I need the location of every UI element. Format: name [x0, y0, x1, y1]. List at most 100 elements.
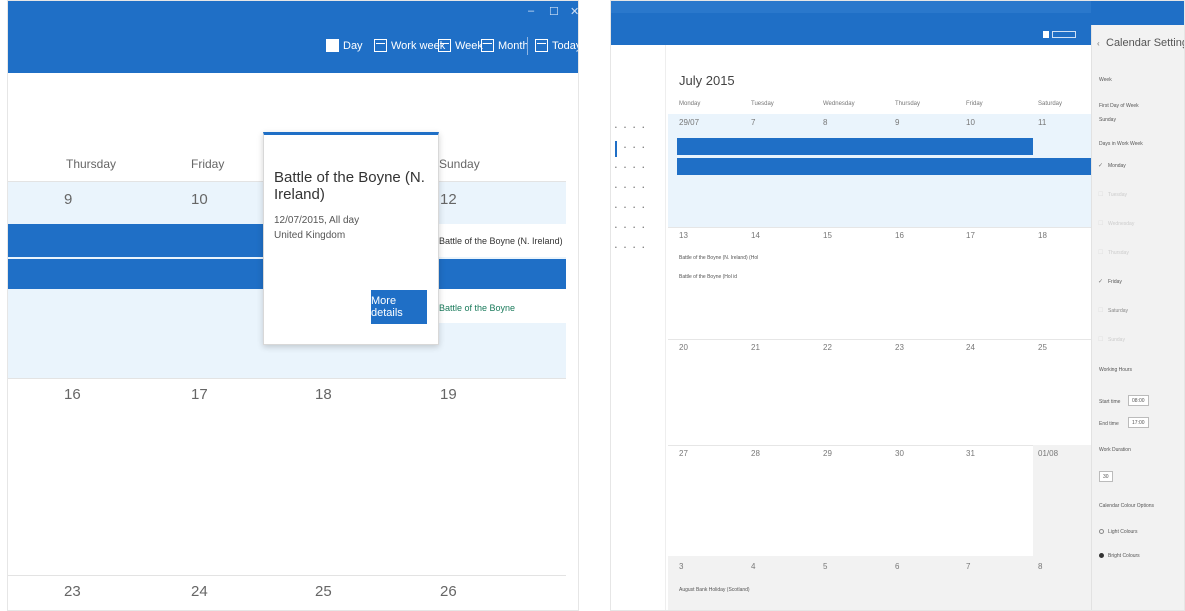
- view-workweek-button[interactable]: Work week: [374, 39, 445, 52]
- date-cell[interactable]: 11: [1038, 118, 1046, 127]
- event-popup: Battle of the Boyne (N. Ireland) 12/07/2…: [263, 132, 439, 345]
- back-icon[interactable]: ‹: [1097, 39, 1100, 48]
- radio-bright-colours[interactable]: [1099, 553, 1104, 558]
- day-check-thursday[interactable]: ☐: [1098, 249, 1103, 256]
- date-cell[interactable]: 18: [315, 386, 332, 403]
- date-cell[interactable]: 21: [751, 343, 760, 352]
- date-cell[interactable]: 3: [679, 562, 683, 571]
- workweek-view-icon[interactable]: [1052, 31, 1076, 38]
- calendar-window-month: • • • • • • • • • • • • • • • • • • • • …: [610, 0, 1185, 611]
- day-check-monday[interactable]: ✓: [1098, 162, 1103, 169]
- date-cell[interactable]: 9: [64, 191, 72, 208]
- date-cell[interactable]: 16: [64, 386, 81, 403]
- event-title[interactable]: Battle of the Boyne (Hol id: [679, 274, 737, 280]
- date-cell[interactable]: 15: [823, 231, 832, 240]
- view-day-label: Day: [343, 39, 363, 52]
- event-title[interactable]: Battle of the Boyne (N. Ireland) (Hol: [679, 255, 758, 261]
- work-duration-select[interactable]: 30: [1099, 471, 1113, 482]
- date-cell[interactable]: 4: [751, 562, 755, 571]
- date-cell[interactable]: 18: [1038, 231, 1047, 240]
- day-header: Monday: [679, 101, 701, 107]
- day-check-friday[interactable]: ✓: [1098, 278, 1103, 285]
- date-cell[interactable]: 13: [679, 231, 688, 240]
- date-cell[interactable]: 19: [440, 386, 457, 403]
- close-button[interactable]: ✕: [570, 5, 578, 18]
- mini-calendar-row: • • • •: [615, 225, 648, 231]
- day-label-sunday: Sunday: [1108, 337, 1125, 343]
- mini-calendar-row: • • • •: [615, 125, 648, 131]
- out-of-month-cell: [1033, 445, 1091, 556]
- today-button[interactable]: Today: [535, 39, 578, 52]
- date-cell[interactable]: 7: [751, 118, 755, 127]
- work-duration-label: Work Duration: [1099, 447, 1131, 453]
- date-cell[interactable]: 8: [1038, 562, 1042, 571]
- day-view-icon[interactable]: [1043, 31, 1049, 38]
- minimize-button[interactable]: –: [528, 5, 534, 17]
- date-cell[interactable]: 23: [895, 343, 904, 352]
- day-label-saturday: Saturday: [1108, 308, 1129, 314]
- date-cell[interactable]: 27: [679, 449, 688, 458]
- date-cell[interactable]: 7: [966, 562, 970, 571]
- date-cell[interactable]: 10: [191, 191, 208, 208]
- date-cell[interactable]: 24: [966, 343, 975, 352]
- end-time-label: End time: [1099, 421, 1119, 427]
- date-cell[interactable]: 31: [966, 449, 975, 458]
- day-label-friday: Friday: [1108, 279, 1122, 285]
- date-cell[interactable]: 6: [895, 562, 899, 571]
- date-cell[interactable]: 17: [191, 386, 208, 403]
- date-cell[interactable]: 28: [751, 449, 760, 458]
- view-day-button[interactable]: Day: [326, 39, 363, 52]
- date-cell[interactable]: 23: [64, 583, 81, 600]
- radio-light-colours[interactable]: [1099, 529, 1104, 534]
- day-label-monday: Monday: [1108, 163, 1126, 169]
- days-in-week-label: Days in Work Week: [1099, 141, 1143, 147]
- date-cell[interactable]: 5: [823, 562, 827, 571]
- event-title[interactable]: August Bank Holiday (Scotland): [679, 587, 750, 593]
- month-title: July 2015: [679, 73, 735, 88]
- calendar-window-week: – ☐ ✕ Day Work week Week Month Today Thu…: [7, 0, 579, 611]
- event-title[interactable]: Battle of the Boyne: [439, 303, 515, 313]
- date-cell[interactable]: 14: [751, 231, 760, 240]
- date-cell[interactable]: 30: [895, 449, 904, 458]
- date-cell[interactable]: 25: [315, 583, 332, 600]
- day-header: Friday: [966, 101, 983, 107]
- view-month-label: Month: [498, 39, 529, 52]
- week-view-icon: [438, 39, 451, 52]
- workweek-view-icon: [374, 39, 387, 52]
- popup-location: United Kingdom: [274, 230, 346, 241]
- day-header: Thursday: [895, 101, 921, 107]
- selection-marker: [615, 141, 617, 157]
- view-week-button[interactable]: Week: [438, 39, 483, 52]
- maximize-button[interactable]: ☐: [549, 5, 559, 18]
- day-check-wednesday[interactable]: ☐: [1098, 220, 1103, 227]
- date-cell[interactable]: 25: [1038, 343, 1047, 352]
- date-cell[interactable]: 10: [966, 118, 975, 127]
- date-cell[interactable]: 16: [895, 231, 904, 240]
- view-month-button[interactable]: Month: [481, 39, 529, 52]
- date-cell[interactable]: 17: [966, 231, 975, 240]
- date-cell[interactable]: 8: [823, 118, 827, 127]
- date-cell[interactable]: 20: [679, 343, 688, 352]
- start-time-select[interactable]: 08:00: [1128, 395, 1149, 406]
- date-cell[interactable]: 26: [440, 583, 457, 600]
- more-details-button[interactable]: More details: [371, 290, 427, 324]
- colour-options-label: Calendar Colour Options: [1099, 503, 1155, 509]
- day-check-saturday[interactable]: ☐: [1098, 307, 1103, 314]
- date-cell[interactable]: 01/08: [1038, 449, 1058, 458]
- light-colours-label: Light Colours: [1108, 529, 1138, 535]
- first-day-select[interactable]: Sunday: [1099, 117, 1116, 123]
- end-time-select[interactable]: 17:00: [1128, 417, 1149, 428]
- date-cell[interactable]: 9: [895, 118, 899, 127]
- date-cell[interactable]: 22: [823, 343, 832, 352]
- date-cell[interactable]: 29/07: [679, 118, 699, 127]
- day-check-tuesday[interactable]: ☐: [1098, 191, 1103, 198]
- day-check-sunday[interactable]: ☐: [1098, 336, 1103, 343]
- date-cell[interactable]: 29: [823, 449, 832, 458]
- bright-colours-label: Bright Colours: [1108, 553, 1140, 559]
- event-bar[interactable]: [677, 158, 1091, 175]
- event-title[interactable]: Battle of the Boyne (N. Ireland): [439, 236, 563, 246]
- event-bar[interactable]: [677, 138, 1033, 155]
- title-bar: [8, 1, 578, 23]
- date-cell[interactable]: 24: [191, 583, 208, 600]
- date-cell[interactable]: 12: [440, 191, 457, 208]
